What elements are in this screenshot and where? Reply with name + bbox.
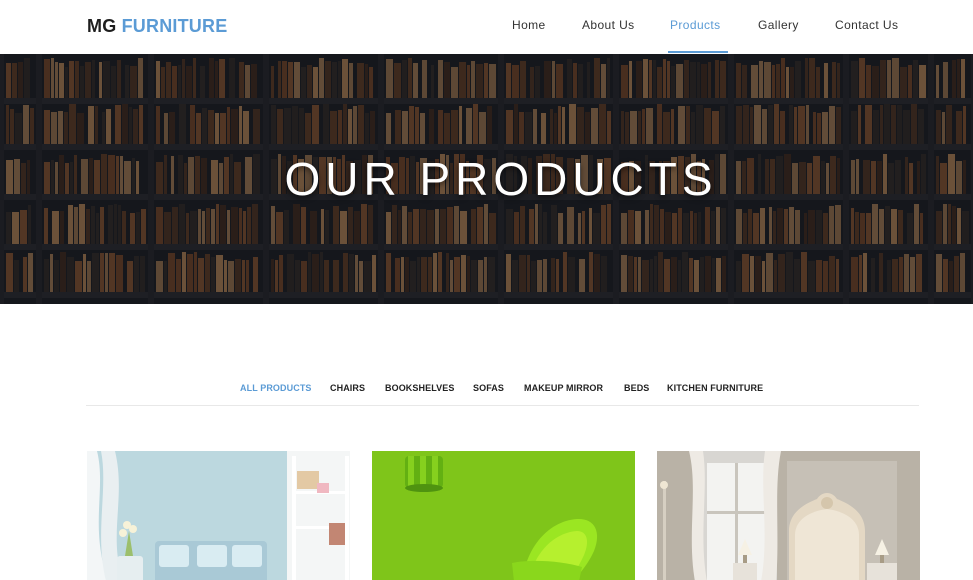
filter-tab-kitchen-furniture[interactable]: KITCHEN FURNITURE	[667, 383, 763, 393]
product-card-sofa[interactable]	[87, 451, 350, 580]
nav-item-products[interactable]: Products	[670, 18, 721, 32]
active-nav-underline	[668, 51, 728, 53]
logo-part-furniture: FURNITURE	[121, 16, 228, 36]
product-card-bed[interactable]	[657, 451, 920, 580]
logo-part-mg: MG	[87, 16, 117, 36]
living-room-sofa-image	[87, 451, 350, 580]
bedroom-bed-image	[657, 451, 920, 580]
filter-tab-sofas[interactable]: SOFAS	[473, 383, 504, 393]
filter-tab-makeup-mirror[interactable]: MAKEUP MIRROR	[524, 383, 603, 393]
product-filter-tabs: ALL PRODUCTS CHAIRS BOOKSHELVES SOFAS MA…	[86, 382, 919, 406]
product-card-chair[interactable]	[372, 451, 635, 580]
site-logo[interactable]: MG FURNITURE	[87, 16, 227, 37]
nav-item-about-us[interactable]: About Us	[582, 18, 635, 32]
filter-tab-chairs[interactable]: CHAIRS	[330, 383, 365, 393]
nav-item-contact-us[interactable]: Contact Us	[835, 18, 898, 32]
hero-banner: OUR PRODUCTS	[0, 54, 973, 304]
filter-tab-all-products[interactable]: ALL PRODUCTS	[240, 383, 312, 393]
nav-item-gallery[interactable]: Gallery	[758, 18, 799, 32]
site-header: MG FURNITURE Home About Us Products Gall…	[0, 0, 973, 54]
nav-item-home[interactable]: Home	[512, 18, 546, 32]
hero-title: OUR PRODUCTS	[284, 153, 718, 205]
green-chair-image	[372, 451, 635, 580]
filter-tab-bookshelves[interactable]: BOOKSHELVES	[385, 383, 454, 393]
filter-tab-beds[interactable]: BEDS	[624, 383, 649, 393]
